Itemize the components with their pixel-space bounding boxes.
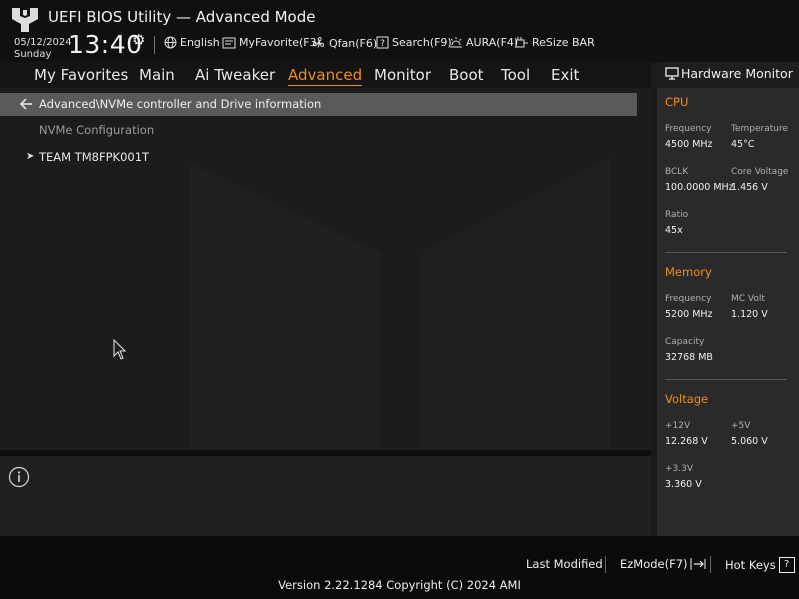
help-panel xyxy=(0,456,651,536)
tab-main[interactable]: Main xyxy=(139,66,175,84)
v5-value: 5.060 V xyxy=(731,436,768,447)
bclk-value: 100.0000 MHz xyxy=(665,182,734,193)
v33-label: +3.3V xyxy=(665,464,694,474)
ezmode-button[interactable]: EzMode(F7) xyxy=(620,557,706,571)
v33-value: 3.360 V xyxy=(665,479,702,490)
capacity-value: 32768 MB xyxy=(665,352,713,363)
last-modified-button[interactable]: Last Modified xyxy=(526,557,603,571)
hot-keys-help-icon: ? xyxy=(778,557,795,573)
ratio-value: 45x xyxy=(665,225,683,236)
qfan-button[interactable]: Qfan(F6) xyxy=(312,36,377,50)
voltage-heading: Voltage xyxy=(665,392,709,406)
hot-keys-label: Hot Keys xyxy=(725,558,776,572)
aura-label: AURA(F4) xyxy=(466,36,519,49)
tab-monitor[interactable]: Monitor xyxy=(374,66,431,84)
date-text: 05/12/2024 xyxy=(14,37,72,48)
v12-value: 12.268 V xyxy=(665,436,708,447)
footer-divider xyxy=(605,556,606,573)
submenu-arrow-icon: ➤ xyxy=(26,151,35,162)
mouse-cursor-icon xyxy=(113,339,127,360)
nvme-configuration-label: NVMe Configuration xyxy=(39,123,155,137)
mc-volt-value: 1.120 V xyxy=(731,309,768,320)
footer-divider xyxy=(710,556,711,573)
language-label: English xyxy=(180,36,220,49)
tab-tool[interactable]: Tool xyxy=(501,66,530,84)
tab-ai-tweaker[interactable]: Ai Tweaker xyxy=(195,66,275,84)
ratio-label: Ratio xyxy=(665,210,689,220)
memory-frequency-label: Frequency xyxy=(665,294,712,304)
exit-to-ezmode-icon xyxy=(690,558,706,570)
cpu-temperature-label: Temperature xyxy=(731,124,789,134)
back-arrow-icon[interactable] xyxy=(18,97,34,111)
resize-bar-icon xyxy=(515,37,528,48)
tab-exit[interactable]: Exit xyxy=(551,66,579,84)
cpu-frequency-label: Frequency xyxy=(665,124,712,134)
background-pattern xyxy=(190,158,610,450)
tuf-logo-icon xyxy=(12,8,38,32)
clock-settings-gear-icon[interactable]: ⚙ xyxy=(132,31,145,49)
svg-text:?: ? xyxy=(380,39,385,49)
resize-bar-label: ReSize BAR xyxy=(532,36,595,49)
search-icon: ? xyxy=(376,36,389,49)
main-content-panel xyxy=(0,88,651,450)
v5-label: +5V xyxy=(731,421,751,431)
bclk-label: BCLK xyxy=(665,167,689,177)
day-text: Sunday xyxy=(14,49,52,60)
memory-frequency-value: 5200 MHz xyxy=(665,309,713,320)
core-voltage-value: 1.456 V xyxy=(731,182,768,193)
capacity-label: Capacity xyxy=(665,337,705,347)
memory-heading: Memory xyxy=(665,265,712,279)
version-copyright: Version 2.22.1284 Copyright (C) 2024 AMI xyxy=(278,578,521,592)
tab-advanced[interactable]: Advanced xyxy=(288,66,363,86)
core-voltage-label: Core Voltage xyxy=(731,167,789,177)
hot-keys-button[interactable]: Hot Keys ? xyxy=(725,557,795,573)
tab-boot[interactable]: Boot xyxy=(449,66,484,84)
header-divider xyxy=(154,36,155,54)
language-button[interactable]: English xyxy=(164,36,220,49)
search-button[interactable]: ? Search(F9) xyxy=(376,36,452,49)
favorite-icon xyxy=(222,37,236,48)
cpu-frequency-value: 4500 MHz xyxy=(665,139,713,150)
page-title: UEFI BIOS Utility — Advanced Mode xyxy=(48,8,316,26)
ezmode-label: EzMode(F7) xyxy=(620,557,688,571)
cpu-heading: CPU xyxy=(665,95,689,109)
nvme-drive-item[interactable]: TEAM TM8FPK001T xyxy=(39,150,149,164)
date-display: 05/12/2024 Sunday xyxy=(14,37,72,61)
section-divider xyxy=(665,379,787,380)
myfavorite-button[interactable]: MyFavorite(F3) xyxy=(222,36,321,49)
hardware-monitor-title: Hardware Monitor xyxy=(681,66,793,81)
aura-button[interactable]: AURA(F4) xyxy=(449,36,518,49)
monitor-icon xyxy=(665,67,679,80)
resize-bar-button[interactable]: ReSize BAR xyxy=(515,36,595,49)
fan-icon xyxy=(312,37,325,47)
v12-label: +12V xyxy=(665,421,691,431)
search-label: Search(F9) xyxy=(392,36,452,49)
cpu-temperature-value: 45°C xyxy=(731,139,755,150)
section-divider xyxy=(665,252,787,253)
tab-my-favorites[interactable]: My Favorites xyxy=(34,66,128,84)
breadcrumb: Advanced\NVMe controller and Drive infor… xyxy=(39,97,322,111)
info-icon xyxy=(8,466,30,488)
mc-volt-label: MC Volt xyxy=(731,294,765,304)
qfan-label: Qfan(F6) xyxy=(329,36,378,50)
aura-icon xyxy=(450,37,462,48)
globe-icon xyxy=(164,36,177,49)
myfavorite-label: MyFavorite(F3) xyxy=(239,36,321,49)
